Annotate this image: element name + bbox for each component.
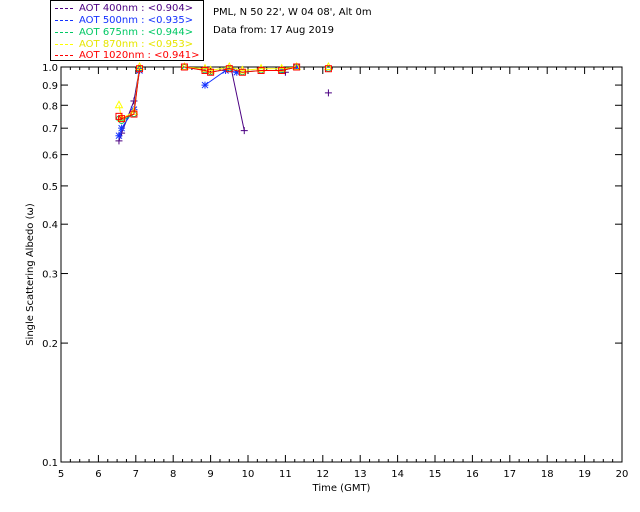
x-tick-label: 8 <box>170 469 176 480</box>
x-tick-label: 13 <box>354 469 367 480</box>
axis-ticks <box>60 66 623 463</box>
albedo-chart: 5 6 7 8 9 10 11 12 13 14 15 16 17 18 19 20 1.0 0.9 0.8 0.7 0… <box>25 61 628 494</box>
y-tick-label: 0.9 <box>42 81 58 92</box>
data-point <box>115 132 123 140</box>
series-line <box>119 69 328 141</box>
series-line <box>119 67 328 121</box>
series-1 <box>115 65 332 145</box>
data-series <box>114 61 333 145</box>
y-tick-label: 0.3 <box>42 270 58 281</box>
y-tick-label: 0.8 <box>42 101 58 112</box>
series-3 <box>115 64 332 124</box>
x-tick-label: 5 <box>58 469 64 480</box>
axis-tick-labels: 5 6 7 8 9 10 11 12 13 14 15 16 17 18 19 20 1.0 0.9 0.8 0.7 0… <box>42 63 628 480</box>
plot-frame <box>60 66 623 463</box>
x-tick-label: 9 <box>207 469 213 480</box>
x-tick-label: 6 <box>95 469 101 480</box>
series-line <box>119 67 328 119</box>
x-tick-label: 20 <box>616 469 629 480</box>
y-tick-label: 0.1 <box>42 458 58 469</box>
data-point <box>324 89 332 97</box>
y-tick-label: 0.6 <box>42 151 58 162</box>
x-tick-label: 12 <box>316 469 329 480</box>
x-tick-label: 19 <box>578 469 591 480</box>
x-tick-label: 16 <box>466 469 479 480</box>
x-tick-label: 7 <box>133 469 139 480</box>
data-point <box>130 97 138 105</box>
x-tick-label: 18 <box>541 469 554 480</box>
y-tick-label: 0.2 <box>42 339 58 350</box>
y-tick-label: 1.0 <box>42 63 58 74</box>
y-tick-label: 0.7 <box>42 124 58 135</box>
x-axis-label: Time (GMT) <box>312 483 371 494</box>
x-tick-label: 17 <box>503 469 516 480</box>
y-tick-label: 0.4 <box>42 220 58 231</box>
x-tick-label: 15 <box>429 469 442 480</box>
series-line <box>118 66 297 136</box>
series-line <box>119 67 328 119</box>
data-point <box>240 127 248 135</box>
x-tick-label: 10 <box>242 469 255 480</box>
x-tick-label: 11 <box>279 469 292 480</box>
y-axis-label: Single Scattering Albedo (ω) <box>25 203 36 346</box>
data-point <box>118 124 126 132</box>
data-point <box>201 81 209 89</box>
y-tick-label: 0.5 <box>42 182 58 193</box>
x-tick-label: 14 <box>391 469 404 480</box>
